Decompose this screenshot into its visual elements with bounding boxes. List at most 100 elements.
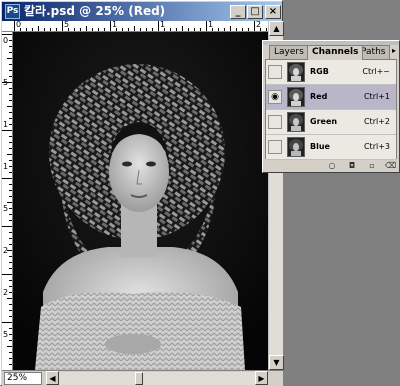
ruler-tick	[176, 28, 177, 31]
ruler-tick	[9, 364, 12, 365]
ruler-tick	[200, 28, 201, 31]
ruler-tick	[170, 28, 171, 31]
photoshop-icon[interactable]: Ps	[5, 4, 20, 19]
document-canvas[interactable]	[13, 32, 268, 370]
ruler-tick	[254, 21, 255, 31]
ruler-tick	[9, 184, 12, 185]
horizontal-ruler[interactable]: 0 5 1 1 1 2	[12, 21, 268, 32]
ruler-tick	[110, 21, 111, 31]
panel-menu-arrow-icon[interactable]: ▸	[392, 46, 396, 55]
ruler-tick	[9, 118, 12, 119]
ruler-label: 2	[3, 288, 9, 297]
zoom-field[interactable]: 25%	[4, 372, 42, 385]
ruler-tick	[9, 142, 12, 143]
save-selection-icon[interactable]: ◘	[347, 161, 357, 171]
status-bar: 25% ◀ ▶	[2, 370, 283, 386]
ruler-tick	[9, 88, 12, 89]
ruler-tick	[9, 40, 12, 41]
ruler-tick	[9, 268, 12, 269]
ruler-tick	[218, 28, 219, 31]
portrait-image	[13, 32, 268, 370]
ruler-tick	[92, 28, 93, 31]
ruler-tick	[9, 52, 12, 53]
ruler-tick	[9, 358, 12, 359]
ruler-tick	[56, 28, 57, 31]
channel-thumbnail	[287, 137, 305, 157]
ruler-tick	[9, 214, 12, 215]
ruler-tick	[80, 28, 81, 31]
ruler-tick	[158, 21, 159, 31]
ruler-label: 1	[3, 120, 9, 129]
scroll-left-icon[interactable]: ◀	[46, 371, 59, 385]
ruler-tick	[9, 190, 12, 191]
ruler-tick	[9, 340, 12, 341]
close-button[interactable]: ×	[265, 5, 281, 19]
channel-shortcut: Ctrl+1	[363, 92, 390, 101]
visibility-toggle[interactable]	[268, 65, 282, 79]
ruler-tick	[9, 220, 12, 221]
ruler-tick	[50, 28, 51, 31]
ruler-tick	[134, 26, 135, 31]
ruler-tick	[86, 26, 87, 31]
channel-thumbnail	[287, 62, 305, 82]
ruler-tick	[32, 28, 33, 31]
tab-layers[interactable]: Layers	[269, 45, 309, 59]
ruler-label: 0	[3, 36, 9, 45]
ruler-tick	[9, 100, 12, 101]
channel-row-red[interactable]: ◉ Red Ctrl+1	[266, 85, 396, 110]
ruler-tick	[7, 58, 12, 59]
horizontal-scrollbar[interactable]	[59, 372, 255, 385]
ruler-tick	[182, 26, 183, 31]
maximize-button[interactable]: □	[247, 5, 263, 19]
ruler-tick	[74, 28, 75, 31]
channel-row-blue[interactable]: Blue Ctrl+3	[266, 135, 396, 160]
ruler-label: 5	[3, 330, 9, 339]
ruler-tick	[9, 160, 12, 161]
ruler-tick	[7, 346, 12, 347]
load-selection-icon[interactable]: ○	[327, 161, 337, 171]
channel-row-green[interactable]: Green Ctrl+2	[266, 110, 396, 135]
ruler-tick	[7, 202, 12, 203]
channel-thumbnail	[287, 87, 305, 107]
ruler-tick	[2, 130, 12, 131]
ruler-tick	[98, 28, 99, 31]
ruler-tick	[2, 178, 12, 179]
ruler-tick	[38, 26, 39, 31]
ruler-tick	[266, 28, 267, 31]
ruler-tick	[26, 28, 27, 31]
visibility-toggle[interactable]	[268, 140, 282, 154]
channel-name: Green	[310, 117, 338, 126]
ruler-tick	[194, 28, 195, 31]
vertical-ruler[interactable]: 0 5 1 1 5 2 2 5	[2, 32, 13, 370]
scroll-up-icon[interactable]: ▲	[269, 21, 284, 36]
horizontal-scroll-thumb[interactable]	[135, 372, 143, 385]
scroll-right-icon[interactable]: ▶	[255, 371, 268, 385]
ruler-tick	[9, 238, 12, 239]
ruler-tick	[9, 256, 12, 257]
ruler-tick	[230, 26, 231, 31]
tab-channels[interactable]: Channels	[307, 45, 364, 60]
ruler-tick	[9, 46, 12, 47]
ruler-label: 0	[16, 21, 22, 29]
new-channel-icon[interactable]: ▫	[367, 161, 377, 171]
ruler-tick	[152, 28, 153, 31]
ruler-tick	[9, 244, 12, 245]
ruler-tick	[9, 328, 12, 329]
ruler-tick	[9, 352, 12, 353]
scroll-down-icon[interactable]: ▼	[269, 355, 284, 370]
channel-row-rgb[interactable]: RGB Ctrl+~	[266, 60, 396, 85]
ruler-tick	[9, 148, 12, 149]
ruler-tick	[9, 112, 12, 113]
minimize-button[interactable]: _	[230, 5, 246, 19]
ruler-tick	[248, 28, 249, 31]
delete-channel-icon[interactable]: ⌫	[385, 161, 396, 171]
eye-icon[interactable]: ◉	[268, 90, 282, 104]
ruler-label: 1	[160, 21, 166, 29]
ruler-tick	[9, 196, 12, 197]
title-bar[interactable]: Ps 칼라.psd @ 25% (Red) _ □ ×	[2, 2, 282, 21]
ruler-tick	[9, 310, 12, 311]
ruler-tick	[7, 106, 12, 107]
visibility-toggle[interactable]	[268, 115, 282, 129]
ruler-label: 5	[64, 21, 70, 29]
ruler-tick	[44, 28, 45, 31]
